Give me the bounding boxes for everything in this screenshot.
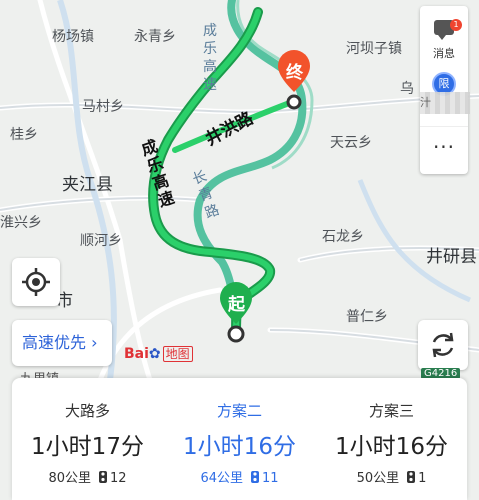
place-tianyun: 天云乡 [330, 135, 372, 151]
place-mazhen: 马村乡 [82, 99, 124, 115]
baidu-brand: Bai [124, 346, 149, 362]
start-marker-label: 起 [228, 295, 245, 315]
route-time: 1小时17分 [31, 434, 144, 460]
route-option-2[interactable]: 方案二 1小时16分 64公里 11 [164, 378, 315, 500]
route-options-panel: 大路多 1小时17分 80公里 12 方案二 1小时16分 64公里 11 方案三 … [12, 378, 467, 500]
limit-sub: 汁 [420, 96, 431, 109]
blurred-text: 汁 [420, 92, 470, 114]
place-jingyan: 井研县 [426, 247, 477, 267]
road-chengle-light: 成乐高速 [203, 23, 217, 93]
baidu-suffix: 地图 [162, 346, 193, 362]
route-lights: 11 [262, 471, 279, 486]
refresh-icon [432, 332, 454, 358]
place-shunzhen: 顺河乡 [80, 233, 122, 249]
route-preference-button[interactable]: 高速优先 › [12, 320, 112, 366]
place-yangchang: 杨场镇 [52, 29, 94, 45]
route-name: 大路多 [64, 402, 110, 420]
locate-button[interactable] [12, 258, 60, 306]
messages-button[interactable]: 1 消息 [420, 14, 468, 64]
traffic-light-icon [99, 471, 107, 483]
baidu-logo: Bai✿ 地图 [124, 345, 193, 362]
route-name: 方案二 [216, 402, 262, 420]
route-meta: 50公里 1 [316, 467, 467, 486]
route-distance: 80公里 [48, 471, 91, 486]
traffic-light-icon [407, 471, 416, 483]
place-gui: 桂乡 [10, 127, 38, 143]
more-button[interactable]: ··· [420, 126, 468, 172]
message-badge: 1 [450, 19, 462, 31]
messages-label: 消息 [433, 47, 455, 60]
place-jiajiang: 夹江县 [62, 175, 113, 195]
place-hebazi: 河坝子镇 [346, 41, 402, 57]
more-icon: ··· [432, 135, 456, 159]
traffic-light-icon [251, 471, 259, 483]
route-lights: 12 [110, 471, 127, 486]
route-meta: 64公里 11 [164, 467, 315, 486]
place-yongqing: 永青乡 [134, 29, 176, 45]
route-time: 1小时16分 [335, 434, 448, 460]
place-puren: 普仁乡 [346, 309, 388, 325]
place-wu: 乌 [400, 81, 414, 97]
paw-icon: ✿ [148, 346, 161, 362]
route-time: 1小时16分 [183, 434, 296, 460]
route-distance: 50公里 [356, 471, 400, 486]
end-marker-label: 终 [286, 63, 303, 83]
locate-icon [22, 268, 50, 296]
refresh-button[interactable] [418, 320, 468, 370]
route-option-1[interactable]: 大路多 1小时17分 80公里 12 [12, 378, 163, 500]
right-toolbar: 1 消息 限 ··· [420, 6, 468, 174]
place-huaixiang: 淮兴乡 [0, 215, 42, 231]
route-lights: 1 [418, 471, 427, 486]
route-option-3[interactable]: 方案三 1小时16分 50公里 1 [316, 378, 467, 500]
route-distance: 64公里 [200, 471, 243, 486]
route-name: 方案三 [368, 402, 414, 420]
route-meta: 80公里 12 [12, 467, 163, 486]
place-shilong: 石龙乡 [322, 229, 364, 245]
